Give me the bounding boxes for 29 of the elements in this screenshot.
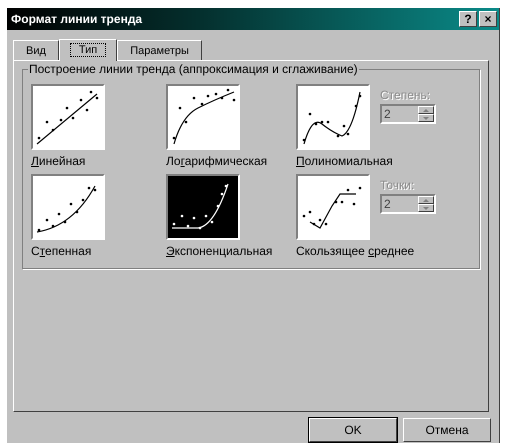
tab[interactable]: Вид bbox=[13, 40, 59, 60]
spin-up-button[interactable] bbox=[418, 106, 434, 114]
down-arrow-icon bbox=[423, 116, 429, 120]
trend-type-label[interactable]: Скользящее среднее bbox=[296, 244, 466, 258]
trend-type-label[interactable]: Экспоненциальная bbox=[166, 244, 296, 258]
trend-type-label[interactable]: Логарифмическая bbox=[166, 154, 296, 168]
group-title: Построение линии тренда (аппроксимация и сглаживание) bbox=[28, 62, 359, 76]
window-title: Формат линии тренда bbox=[11, 12, 144, 26]
trend-type-label[interactable]: Степенная bbox=[31, 244, 166, 258]
trend-type-label[interactable]: Линейная bbox=[31, 154, 166, 168]
spin-label: Степень: bbox=[380, 88, 432, 102]
spin-down-button[interactable] bbox=[418, 204, 434, 212]
trend-type-option[interactable] bbox=[296, 84, 370, 150]
help-button[interactable]: ? bbox=[459, 11, 477, 27]
trend-type-option[interactable] bbox=[31, 84, 105, 150]
trend-type-option[interactable] bbox=[166, 84, 240, 150]
trend-type-option[interactable] bbox=[166, 174, 240, 240]
trend-type-label[interactable]: Полиномиальная bbox=[296, 154, 466, 168]
spin-down-button[interactable] bbox=[418, 114, 434, 122]
tab[interactable]: Тип bbox=[58, 39, 118, 61]
trend-type-option[interactable] bbox=[31, 174, 105, 240]
close-button[interactable]: × bbox=[479, 11, 497, 27]
ok-button[interactable]: OK bbox=[309, 418, 397, 442]
spin-up-button[interactable] bbox=[418, 196, 434, 204]
cancel-button[interactable]: Отмена bbox=[403, 418, 491, 442]
spin-label: Точки: bbox=[380, 178, 416, 192]
down-arrow-icon bbox=[423, 206, 429, 210]
tab[interactable]: Параметры bbox=[117, 40, 202, 60]
trend-type-option[interactable] bbox=[296, 174, 370, 240]
